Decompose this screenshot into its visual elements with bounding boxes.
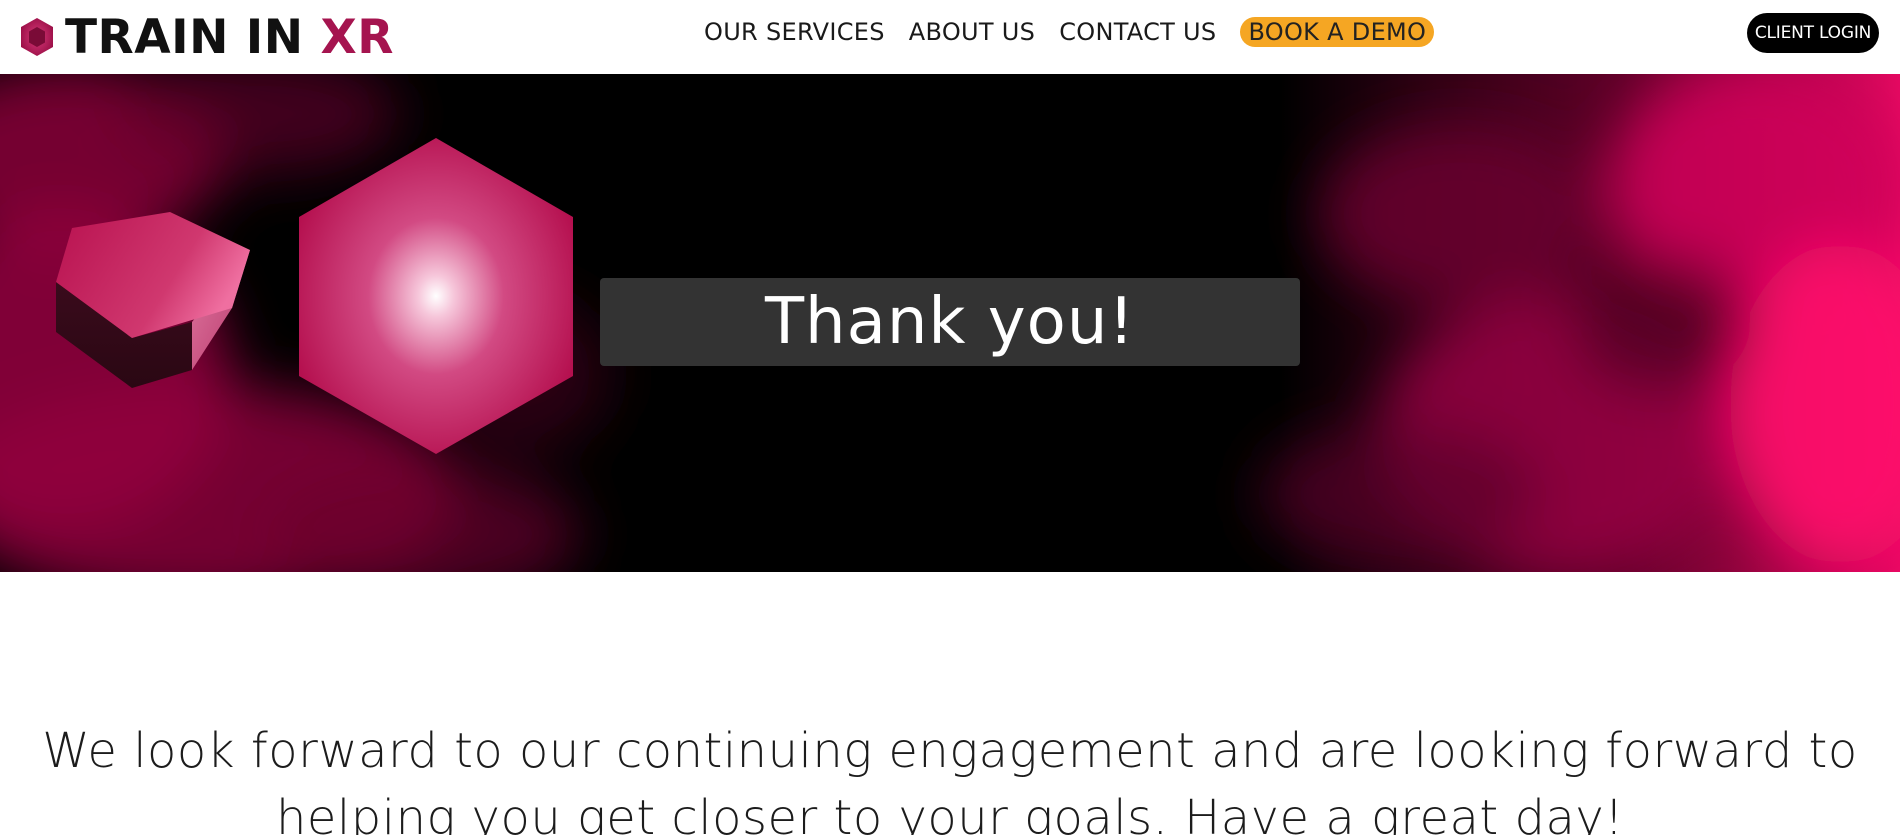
glowing-hexagon-icon: [299, 138, 573, 454]
book-demo-button[interactable]: BOOK A DEMO: [1240, 17, 1435, 47]
brand-logo-link[interactable]: TRAIN IN XR: [19, 6, 394, 68]
site-header: TRAIN IN XR OUR SERVICES ABOUT US CONTAC…: [0, 0, 1900, 74]
hexagonal-prism-icon: [56, 212, 250, 388]
page-title: Thank you!: [764, 285, 1136, 359]
nav-about-us[interactable]: ABOUT US: [909, 15, 1035, 49]
brand-name-main: TRAIN IN: [65, 9, 321, 65]
brand-name: TRAIN IN XR: [65, 14, 394, 61]
brand-name-accent: XR: [320, 9, 394, 65]
nav-contact-us[interactable]: CONTACT US: [1059, 15, 1216, 49]
client-login-button[interactable]: CLIENT LOGIN: [1747, 13, 1879, 53]
hero-banner: Thank you!: [0, 74, 1900, 572]
nav-our-services[interactable]: OUR SERVICES: [704, 15, 885, 49]
thank-you-panel: Thank you!: [600, 278, 1300, 366]
page: TRAIN IN XR OUR SERVICES ABOUT US CONTAC…: [0, 0, 1900, 835]
main-nav: OUR SERVICES ABOUT US CONTACT US BOOK A …: [704, 15, 1435, 49]
thank-you-message: We look forward to our continuing engage…: [42, 723, 1858, 835]
hexagon-icon: [21, 18, 53, 56]
